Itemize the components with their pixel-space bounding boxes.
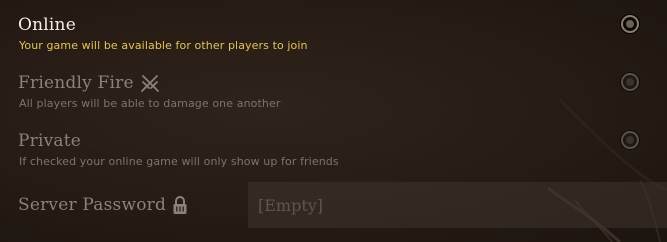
lock-icon [172, 195, 188, 215]
private-description: If checked your online game will only sh… [19, 155, 339, 168]
server-password-title: Server Password [18, 195, 188, 215]
online-label: Online [18, 15, 76, 35]
crossed-swords-icon [140, 73, 160, 93]
friendly-fire-radio[interactable] [621, 73, 639, 91]
private-title: Private [18, 131, 81, 151]
server-password-label: Server Password [18, 195, 167, 215]
online-description: Your game will be available for other pl… [19, 39, 308, 52]
online-title: Online [18, 15, 76, 35]
server-password-input[interactable] [248, 182, 667, 228]
friendly-fire-label: Friendly Fire [18, 73, 134, 93]
private-radio[interactable] [621, 131, 639, 149]
friendly-fire-description: All players will be able to damage one a… [19, 97, 281, 110]
friendly-fire-title: Friendly Fire [18, 73, 160, 93]
online-radio[interactable] [621, 15, 639, 33]
private-label: Private [18, 131, 82, 151]
